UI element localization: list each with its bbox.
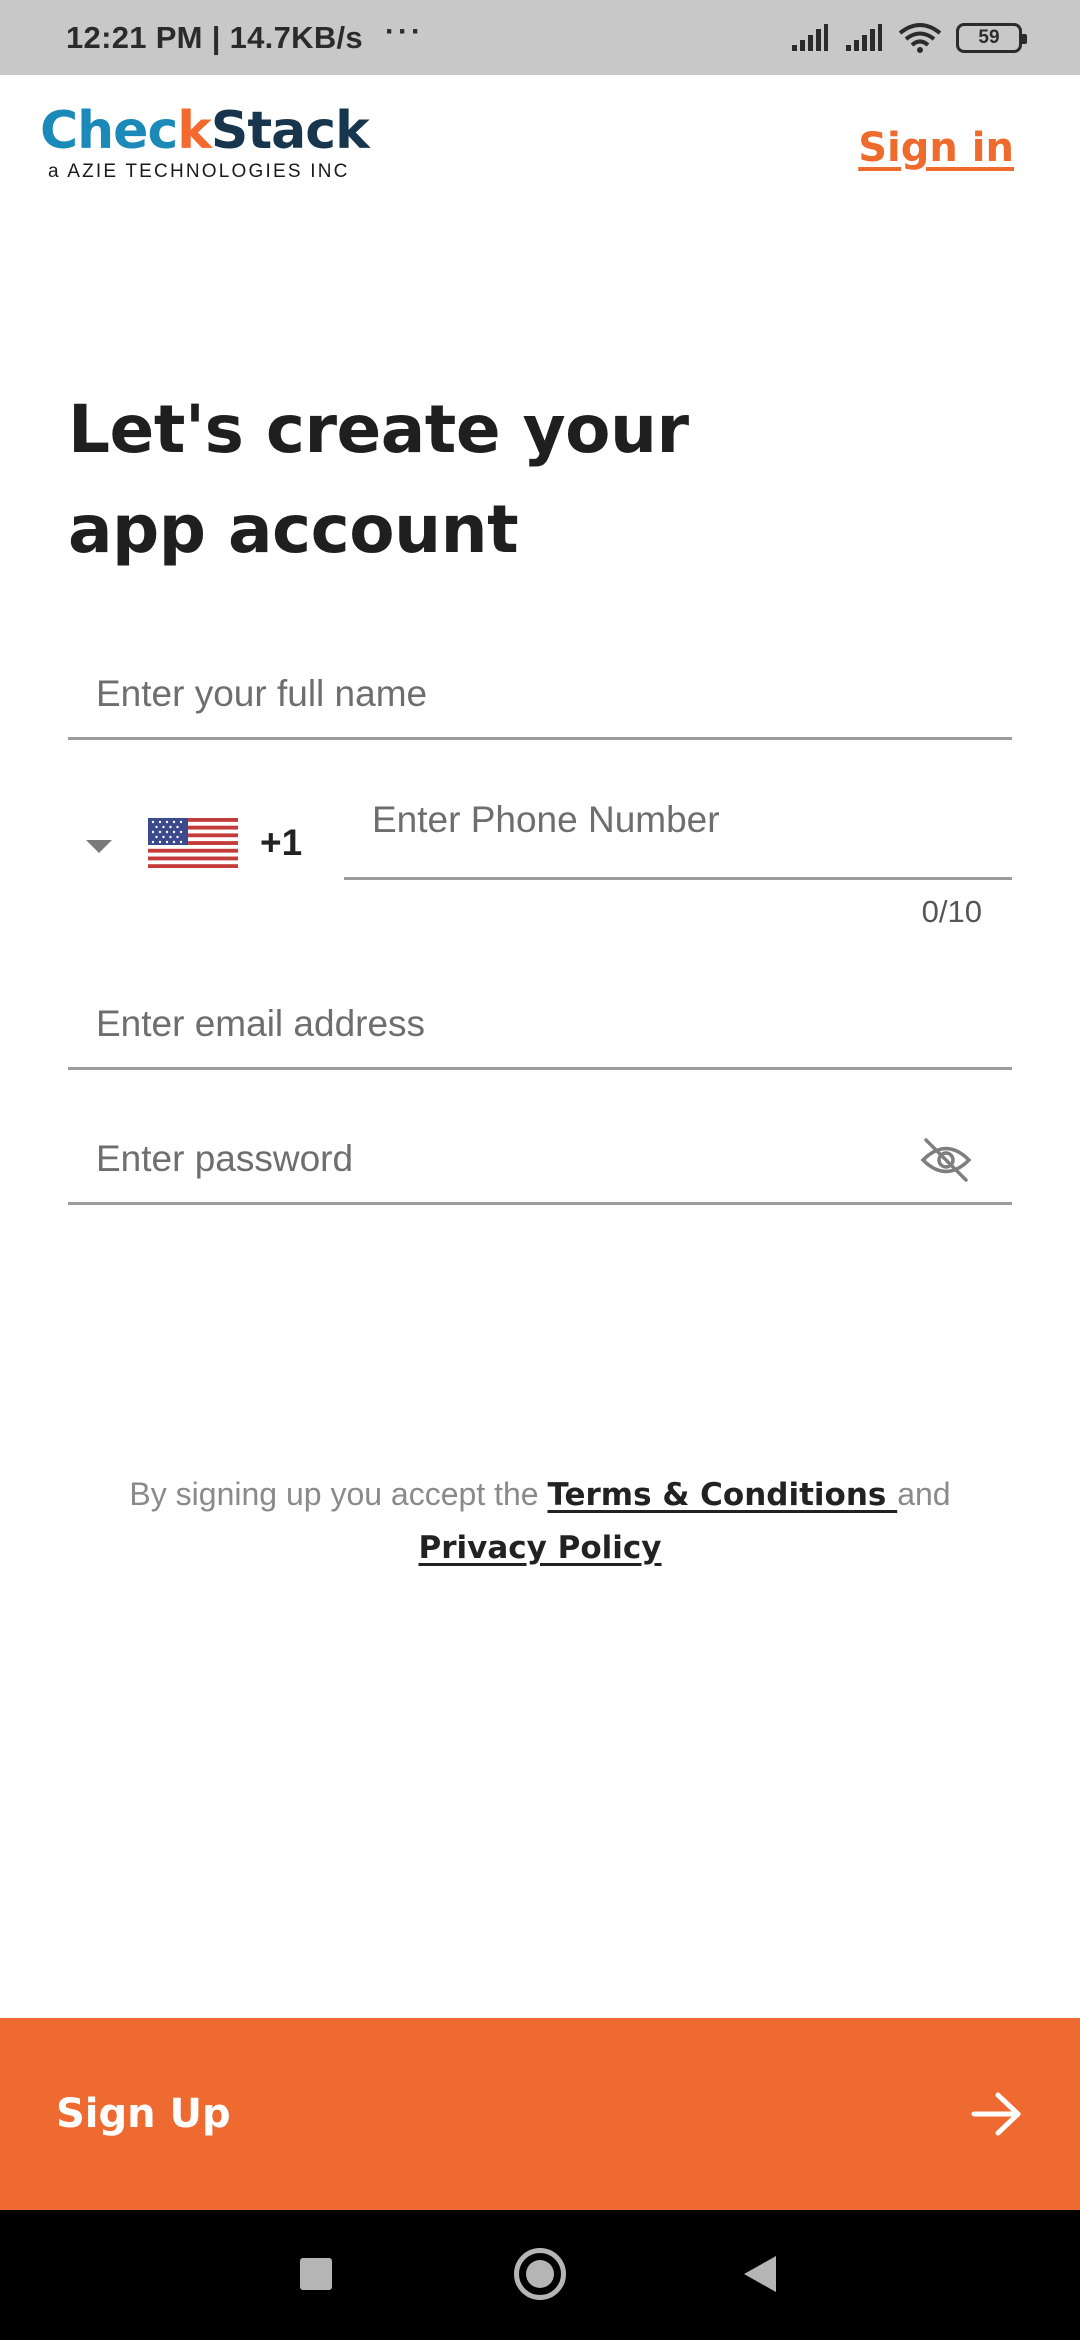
- more-notifications-icon: ···: [384, 14, 424, 48]
- phone-input[interactable]: [344, 790, 1012, 877]
- arrow-right-icon: [971, 2092, 1021, 2136]
- phone-char-counter: 0/10: [921, 894, 982, 929]
- full-name-field: [68, 650, 1012, 740]
- signal-icon: [792, 23, 828, 51]
- us-flag-icon[interactable]: [148, 818, 238, 868]
- logo-subtitle: a AZIE TECHNOLOGIES INC: [48, 161, 350, 182]
- back-icon[interactable]: [744, 2256, 776, 2292]
- chevron-down-icon[interactable]: [86, 839, 112, 853]
- logo-part-k: k: [177, 101, 212, 161]
- status-icons: 59: [790, 22, 1027, 54]
- password-input[interactable]: [68, 1115, 1012, 1203]
- status-time: 12:21 PM | 14.7KB/s: [66, 19, 363, 55]
- sign-up-label: Sign Up: [56, 2091, 231, 2137]
- sign-in-link[interactable]: Sign in: [858, 125, 1014, 171]
- system-nav-bar: [0, 2210, 1080, 2340]
- app-header: CheckStack a AZIE TECHNOLOGIES INC Sign …: [0, 75, 1080, 215]
- privacy-policy-link[interactable]: Privacy Policy: [419, 1530, 662, 1566]
- legal-prefix: By signing up you accept the: [129, 1476, 548, 1512]
- logo-part-chec: Chec: [40, 101, 178, 161]
- logo-part-stack: Stack: [210, 101, 370, 161]
- email-input[interactable]: [68, 980, 1012, 1068]
- phone-field: [344, 790, 1012, 880]
- email-field: [68, 980, 1012, 1070]
- title-line-1: Let's create your: [68, 391, 689, 468]
- logo-wordmark: CheckStack: [40, 105, 370, 157]
- home-icon[interactable]: [514, 2248, 566, 2300]
- signal-icon-2: [846, 23, 882, 51]
- battery-icon: 59: [956, 22, 1027, 53]
- sign-up-button[interactable]: Sign Up: [0, 2018, 1080, 2210]
- page-title: Let's create your app account: [68, 380, 828, 580]
- full-name-input[interactable]: [68, 650, 1012, 738]
- battery-level: 59: [978, 26, 1000, 48]
- wifi-icon: [898, 22, 942, 53]
- status-bar: 12:21 PM | 14.7KB/s ··· 59: [0, 0, 1080, 75]
- terms-link[interactable]: Terms & Conditions: [547, 1477, 897, 1513]
- legal-notice: By signing up you accept the Terms & Con…: [0, 1468, 1080, 1574]
- legal-and: and: [897, 1476, 951, 1512]
- phone-row: +1: [68, 790, 1012, 880]
- password-field: [68, 1115, 1012, 1205]
- dial-code[interactable]: +1: [260, 822, 302, 864]
- recents-icon[interactable]: [300, 2258, 332, 2290]
- checkstack-logo: CheckStack a AZIE TECHNOLOGIES INC: [40, 105, 370, 183]
- title-line-2: app account: [68, 491, 519, 568]
- country-picker[interactable]: +1: [86, 818, 302, 868]
- eye-off-icon[interactable]: [918, 1135, 974, 1185]
